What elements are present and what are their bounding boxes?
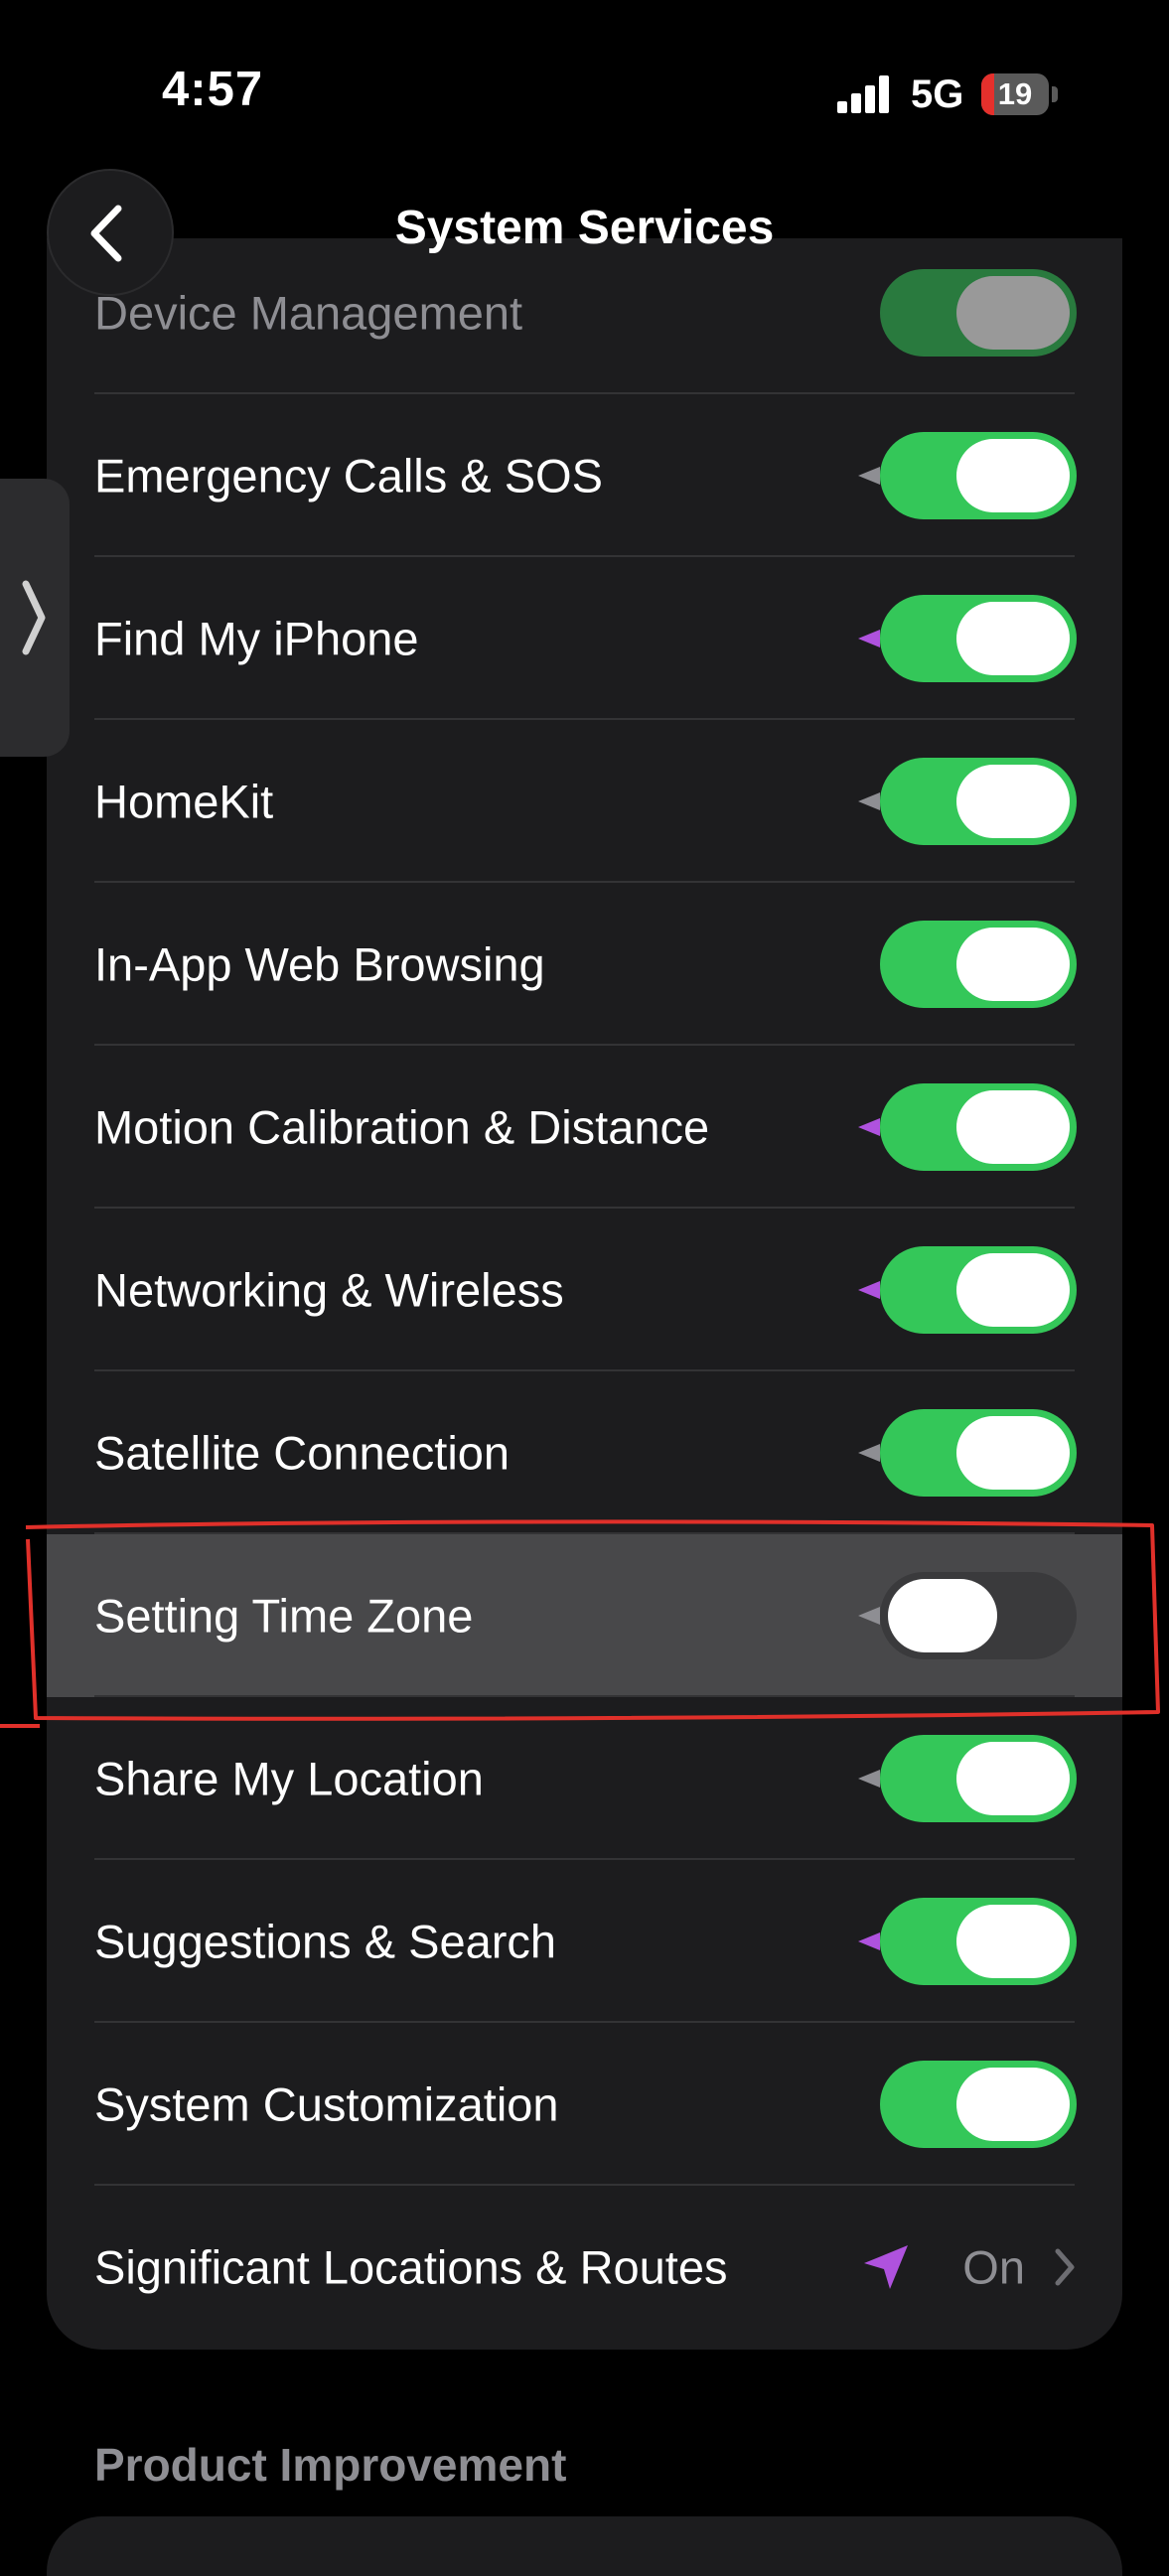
row-label: Emergency Calls & SOS [94,449,603,502]
toggle-switch[interactable] [880,1735,1077,1822]
chevron-right-icon [1055,2248,1075,2286]
row-label: Share My Location [94,1752,484,1805]
row-setting-time-zone[interactable]: Setting Time Zone [47,1534,1122,1697]
battery-icon: 19 [981,73,1061,115]
toggle-knob [956,276,1070,350]
row-emergency-calls-sos[interactable]: Emergency Calls & SOS [47,394,1122,557]
row-in-app-web-browsing[interactable]: In-App Web Browsing [47,883,1122,1046]
toggle-knob [956,1090,1070,1164]
row-label: Networking & Wireless [94,1263,564,1317]
row-label: Significant Locations & Routes [94,2240,728,2294]
row-device-management[interactable]: Device Management [47,231,1122,394]
toggle-knob [956,439,1070,512]
toggle-knob [956,1253,1070,1327]
row-label: HomeKit [94,775,274,828]
toggle-knob [956,1742,1070,1815]
toggle-knob [956,1905,1070,1978]
location-indicator-icon [858,1932,880,1950]
toggle-knob [956,2068,1070,2141]
toggle-switch[interactable] [880,1246,1077,1334]
network-label: 5G [911,72,964,116]
toggle-switch[interactable] [880,758,1077,845]
location-indicator-icon [858,630,880,647]
location-arrow-icon [864,2245,908,2289]
row-label: In-App Web Browsing [94,937,545,991]
toggle-knob [956,602,1070,675]
row-networking-wireless[interactable]: Networking & Wireless [47,1209,1122,1371]
side-panel-handle[interactable] [0,479,70,757]
location-indicator-icon [858,1444,880,1462]
row-label: Find My iPhone [94,612,419,665]
toggle-knob [956,765,1070,838]
row-motion-calibration-distance[interactable]: Motion Calibration & Distance [47,1046,1122,1209]
status-time: 4:57 [162,63,264,116]
location-indicator-icon [858,1118,880,1136]
row-label: Satellite Connection [94,1426,511,1480]
system-services-list: Device Management Emergency Calls & SOS Fi… [47,238,1122,2350]
row-homekit[interactable]: HomeKit [47,720,1122,883]
location-indicator-icon [858,1770,880,1788]
product-improvement-card [47,2516,1122,2576]
location-indicator-icon [858,467,880,485]
toggle-switch[interactable] [880,1898,1077,1985]
row-label: Motion Calibration & Distance [94,1100,710,1154]
row-label: Device Management [94,286,523,340]
toggle-switch[interactable] [880,1572,1077,1659]
chevron-right-icon [22,580,46,655]
toggle-switch[interactable] [880,1409,1077,1497]
detail-value: On [962,2240,1025,2294]
toggle-switch[interactable] [880,269,1077,357]
row-significant-locations-routes[interactable]: Significant Locations & Routes On [47,2186,1122,2349]
toggle-switch[interactable] [880,595,1077,682]
row-satellite-connection[interactable]: Satellite Connection [47,1371,1122,1534]
location-indicator-icon [858,792,880,810]
battery-level: 19 [997,76,1033,111]
row-label: Suggestions & Search [94,1915,557,1968]
signal-icon [837,75,897,113]
row-system-customization[interactable]: System Customization [47,2023,1122,2186]
toggle-switch[interactable] [880,921,1077,1008]
page-title: System Services [394,202,775,254]
row-suggestions-search[interactable]: Suggestions & Search [47,1860,1122,2023]
row-label: Setting Time Zone [94,1589,474,1643]
toggle-switch[interactable] [880,432,1077,519]
row-find-my-iphone[interactable]: Find My iPhone [47,557,1122,720]
toggle-switch[interactable] [880,2061,1077,2148]
row-label: System Customization [94,2077,559,2131]
section-header-product-improvement: Product Improvement [94,2439,567,2491]
toggle-switch[interactable] [880,1083,1077,1171]
toggle-knob [956,928,1070,1001]
location-indicator-icon [858,1281,880,1299]
location-indicator-icon [858,1607,880,1625]
toggle-knob [888,1579,997,1652]
row-share-my-location[interactable]: Share My Location [47,1697,1122,1860]
toggle-knob [956,1416,1070,1490]
